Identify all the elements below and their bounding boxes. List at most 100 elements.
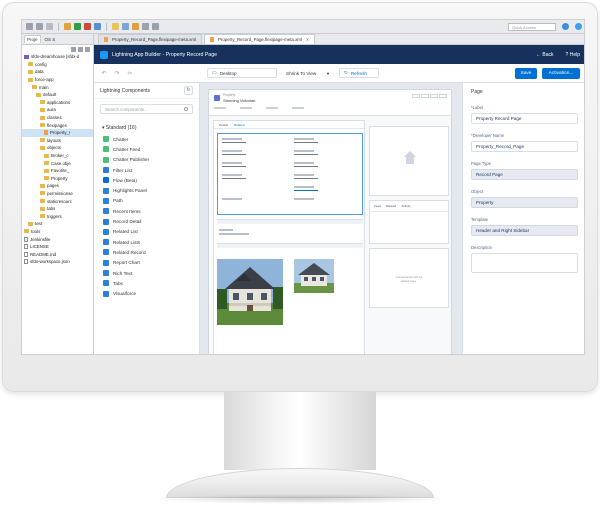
quick-access-input[interactable]: Quick Access xyxy=(508,22,556,31)
sidebar-component[interactable] xyxy=(369,126,449,196)
tree-item[interactable]: aura xyxy=(22,106,93,114)
search-icon[interactable] xyxy=(122,23,129,30)
component-item[interactable]: Chatter Publisher xyxy=(94,155,199,165)
gear-icon[interactable] xyxy=(64,23,71,30)
view-menu-icon[interactable] xyxy=(85,46,90,52)
tree-item[interactable]: Property xyxy=(22,175,93,183)
help-button[interactable]: ? Help xyxy=(566,52,580,58)
stop-icon[interactable] xyxy=(84,23,91,30)
undo-icon[interactable]: ↶ xyxy=(100,70,108,77)
tree-item[interactable]: LICENSE xyxy=(22,243,93,251)
collapse-all-icon[interactable] xyxy=(71,46,76,52)
action-button[interactable] xyxy=(421,94,429,98)
highlights-panel[interactable]: Property Stunning Victorian xyxy=(209,90,451,116)
tree-item[interactable]: flexipages xyxy=(22,121,93,129)
search-input[interactable]: Search components... xyxy=(100,104,193,114)
tab-os-explorer[interactable]: OS S xyxy=(43,36,58,43)
link-editor-icon[interactable] xyxy=(78,46,83,52)
folder-icon[interactable] xyxy=(112,23,119,30)
run-icon[interactable] xyxy=(74,23,81,30)
sidebar-region[interactable]: Feed Related Activity Components can be … xyxy=(369,126,449,354)
tab-activity[interactable]: Activity xyxy=(401,204,411,208)
empty-drop-region[interactable]: Components can be added here. xyxy=(369,248,449,308)
component-item[interactable]: Flow (Beta) xyxy=(94,175,199,185)
developer-name-input[interactable]: Property_Record_Page xyxy=(471,141,578,152)
activation-button[interactable]: Activation... xyxy=(542,67,580,79)
cut-icon[interactable]: ✂ xyxy=(126,70,134,77)
tree-item[interactable]: objects xyxy=(22,144,93,152)
redo-icon[interactable]: ↷ xyxy=(113,70,121,77)
device-select[interactable]: ▭ Desktop xyxy=(207,68,277,78)
tree-item[interactable]: Jenkinsfile xyxy=(22,235,93,243)
tree-item[interactable]: permissionse xyxy=(22,190,93,198)
component-item[interactable]: Tabs xyxy=(94,278,199,288)
tab-related[interactable]: Related xyxy=(234,123,244,127)
component-item[interactable]: Related List xyxy=(94,227,199,237)
save-icon[interactable] xyxy=(36,23,43,30)
tab-feed[interactable]: Feed xyxy=(374,204,381,208)
standard-section-header[interactable]: ▾ Standard (16) xyxy=(94,119,199,134)
tree-item[interactable]: triggers xyxy=(22,212,93,220)
main-region[interactable]: Details Related xyxy=(213,120,365,354)
tree-item[interactable]: applications xyxy=(22,99,93,107)
tree-item[interactable]: sfdx-workspace.json xyxy=(22,258,93,266)
component-item[interactable]: Recent Items xyxy=(94,206,199,216)
record-detail-component[interactable] xyxy=(217,133,363,215)
component-item[interactable]: Filter List xyxy=(94,165,199,175)
component-item[interactable]: Related Lists xyxy=(94,237,199,247)
description-textarea[interactable] xyxy=(471,253,578,273)
tree-item[interactable]: default xyxy=(22,91,93,99)
tab-details[interactable]: Details xyxy=(219,123,228,127)
record-page-preview[interactable]: Property Stunning Victorian Details Rela… xyxy=(208,89,452,354)
zoom-select[interactable]: Shrink To View ▼ xyxy=(282,68,334,78)
save-button[interactable]: Save xyxy=(515,67,537,79)
close-icon[interactable]: ✕ xyxy=(306,37,309,42)
tree-item[interactable]: classes xyxy=(22,114,93,122)
forward-nav-icon[interactable] xyxy=(152,23,159,30)
editor-tab-active[interactable]: Property_Record_Page.flexipage-meta.xml … xyxy=(203,34,316,44)
label-input[interactable]: Property Record Page xyxy=(471,113,578,124)
tree-item[interactable]: README.md xyxy=(22,250,93,258)
tree-item[interactable]: config xyxy=(22,61,93,69)
tree-item[interactable]: Property_I xyxy=(22,128,93,137)
perspective-icon[interactable] xyxy=(562,23,569,30)
tree-item[interactable]: pages xyxy=(22,182,93,190)
tree-item[interactable]: sfdx-dreamhouse [sfdx-d xyxy=(22,53,93,61)
refresh-components-icon[interactable]: ↻ xyxy=(184,86,193,95)
component-item[interactable]: Report Chart xyxy=(94,258,199,268)
tree-item[interactable]: Favorite_ xyxy=(22,167,93,175)
new-file-icon[interactable] xyxy=(26,23,33,30)
component-item[interactable]: Related Record xyxy=(94,247,199,257)
component-item[interactable]: Chatter xyxy=(94,134,199,144)
back-button[interactable]: ← Back xyxy=(536,52,554,58)
component-item[interactable]: Record Detail xyxy=(94,216,199,226)
tab-project-explorer[interactable]: Proje xyxy=(24,35,41,43)
tree-item[interactable]: force-app xyxy=(22,76,93,84)
annotation-icon[interactable] xyxy=(132,23,139,30)
action-button[interactable] xyxy=(439,94,447,98)
salesforce-perspective-icon[interactable] xyxy=(575,23,582,30)
component-item[interactable]: Highlights Panel xyxy=(94,185,199,195)
tree-item[interactable]: tabs xyxy=(22,205,93,213)
tree-item[interactable]: data xyxy=(22,68,93,76)
tree-item[interactable]: main xyxy=(22,83,93,91)
action-button[interactable] xyxy=(412,94,420,98)
tree-item[interactable]: layouts xyxy=(22,137,93,145)
tree-item[interactable]: Case.obje xyxy=(22,159,93,167)
tree-item[interactable]: test xyxy=(22,220,93,228)
editor-tab[interactable]: Property_Record_Page.flexipage-meta.xml xyxy=(98,34,202,44)
sidebar-tabs-component[interactable]: Feed Related Activity xyxy=(369,200,449,244)
component-item[interactable]: Path xyxy=(94,196,199,206)
print-icon[interactable] xyxy=(46,23,53,30)
tab-related[interactable]: Related xyxy=(386,204,396,208)
back-nav-icon[interactable] xyxy=(142,23,149,30)
tree-item[interactable]: Broker_c xyxy=(22,152,93,160)
debug-icon[interactable] xyxy=(94,23,101,30)
tree-item[interactable]: tools xyxy=(22,228,93,236)
component-item[interactable]: Rich Text xyxy=(94,268,199,278)
component-item[interactable]: Visualforce xyxy=(94,288,199,298)
refresh-button[interactable]: ↻ Refresh xyxy=(339,68,379,78)
component-item[interactable]: Chatter Feed xyxy=(94,144,199,154)
action-button[interactable] xyxy=(430,94,438,98)
tree-item[interactable]: staticresourc xyxy=(22,197,93,205)
